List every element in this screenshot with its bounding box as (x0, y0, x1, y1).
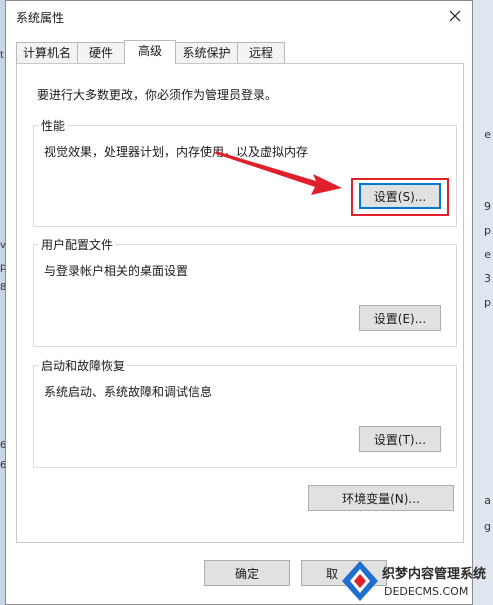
background-text: 9 (484, 200, 491, 213)
user-profiles-group: 用户配置文件 与登录帐户相关的桌面设置 (33, 236, 457, 347)
background-text: 3 (484, 272, 491, 285)
tab-hardware[interactable]: 硬件 (77, 42, 125, 63)
startup-recovery-settings-button[interactable]: 设置(T)... (359, 426, 441, 452)
background-text: e (484, 128, 491, 141)
user-profiles-settings-button[interactable]: 设置(E)... (359, 305, 441, 331)
startup-recovery-group: 启动和故障恢复 系统启动、系统故障和调试信息 (33, 357, 457, 468)
performance-settings-button[interactable]: 设置(S)... (359, 183, 441, 209)
background-text: t (0, 50, 4, 61)
background-text: g (484, 520, 491, 533)
title-bar[interactable]: 系统属性 (6, 1, 472, 31)
performance-description: 视觉效果，处理器计划，内存使用，以及虚拟内存 (44, 145, 309, 159)
performance-label: 性能 (39, 117, 68, 134)
advanced-tab-panel: 要进行大多数更改，你必须作为管理员登录。 性能 视觉效果，处理器计划，内存使用，… (16, 63, 464, 543)
background-text: a (484, 494, 491, 507)
close-button[interactable] (442, 3, 468, 29)
tab-system-protection[interactable]: 系统保护 (175, 42, 238, 63)
environment-variables-button[interactable]: 环境变量(N)... (308, 485, 454, 511)
user-profiles-label: 用户配置文件 (39, 236, 116, 253)
tab-computer-name[interactable]: 计算机名 (16, 42, 78, 63)
startup-recovery-label: 启动和故障恢复 (39, 357, 128, 374)
background-text: p (484, 224, 491, 237)
ok-button[interactable]: 确定 (204, 560, 290, 586)
window-title: 系统属性 (16, 11, 65, 25)
cancel-button[interactable]: 取 (301, 560, 387, 586)
admin-notice: 要进行大多数更改，你必须作为管理员登录。 (37, 88, 278, 102)
background-text: p (484, 296, 491, 309)
tab-remote[interactable]: 远程 (237, 42, 285, 63)
startup-recovery-description: 系统启动、系统故障和调试信息 (44, 385, 213, 399)
user-profiles-description: 与登录帐户相关的桌面设置 (44, 264, 189, 278)
close-icon (449, 10, 461, 22)
background-text: e (484, 248, 491, 261)
performance-group: 性能 视觉效果，处理器计划，内存使用，以及虚拟内存 (33, 117, 457, 227)
tab-advanced[interactable]: 高级 (124, 40, 176, 64)
system-properties-dialog: 系统属性 计算机名 硬件 高级 系统保护 远程 要进行大多数更改，你必须作为管理… (5, 0, 473, 605)
